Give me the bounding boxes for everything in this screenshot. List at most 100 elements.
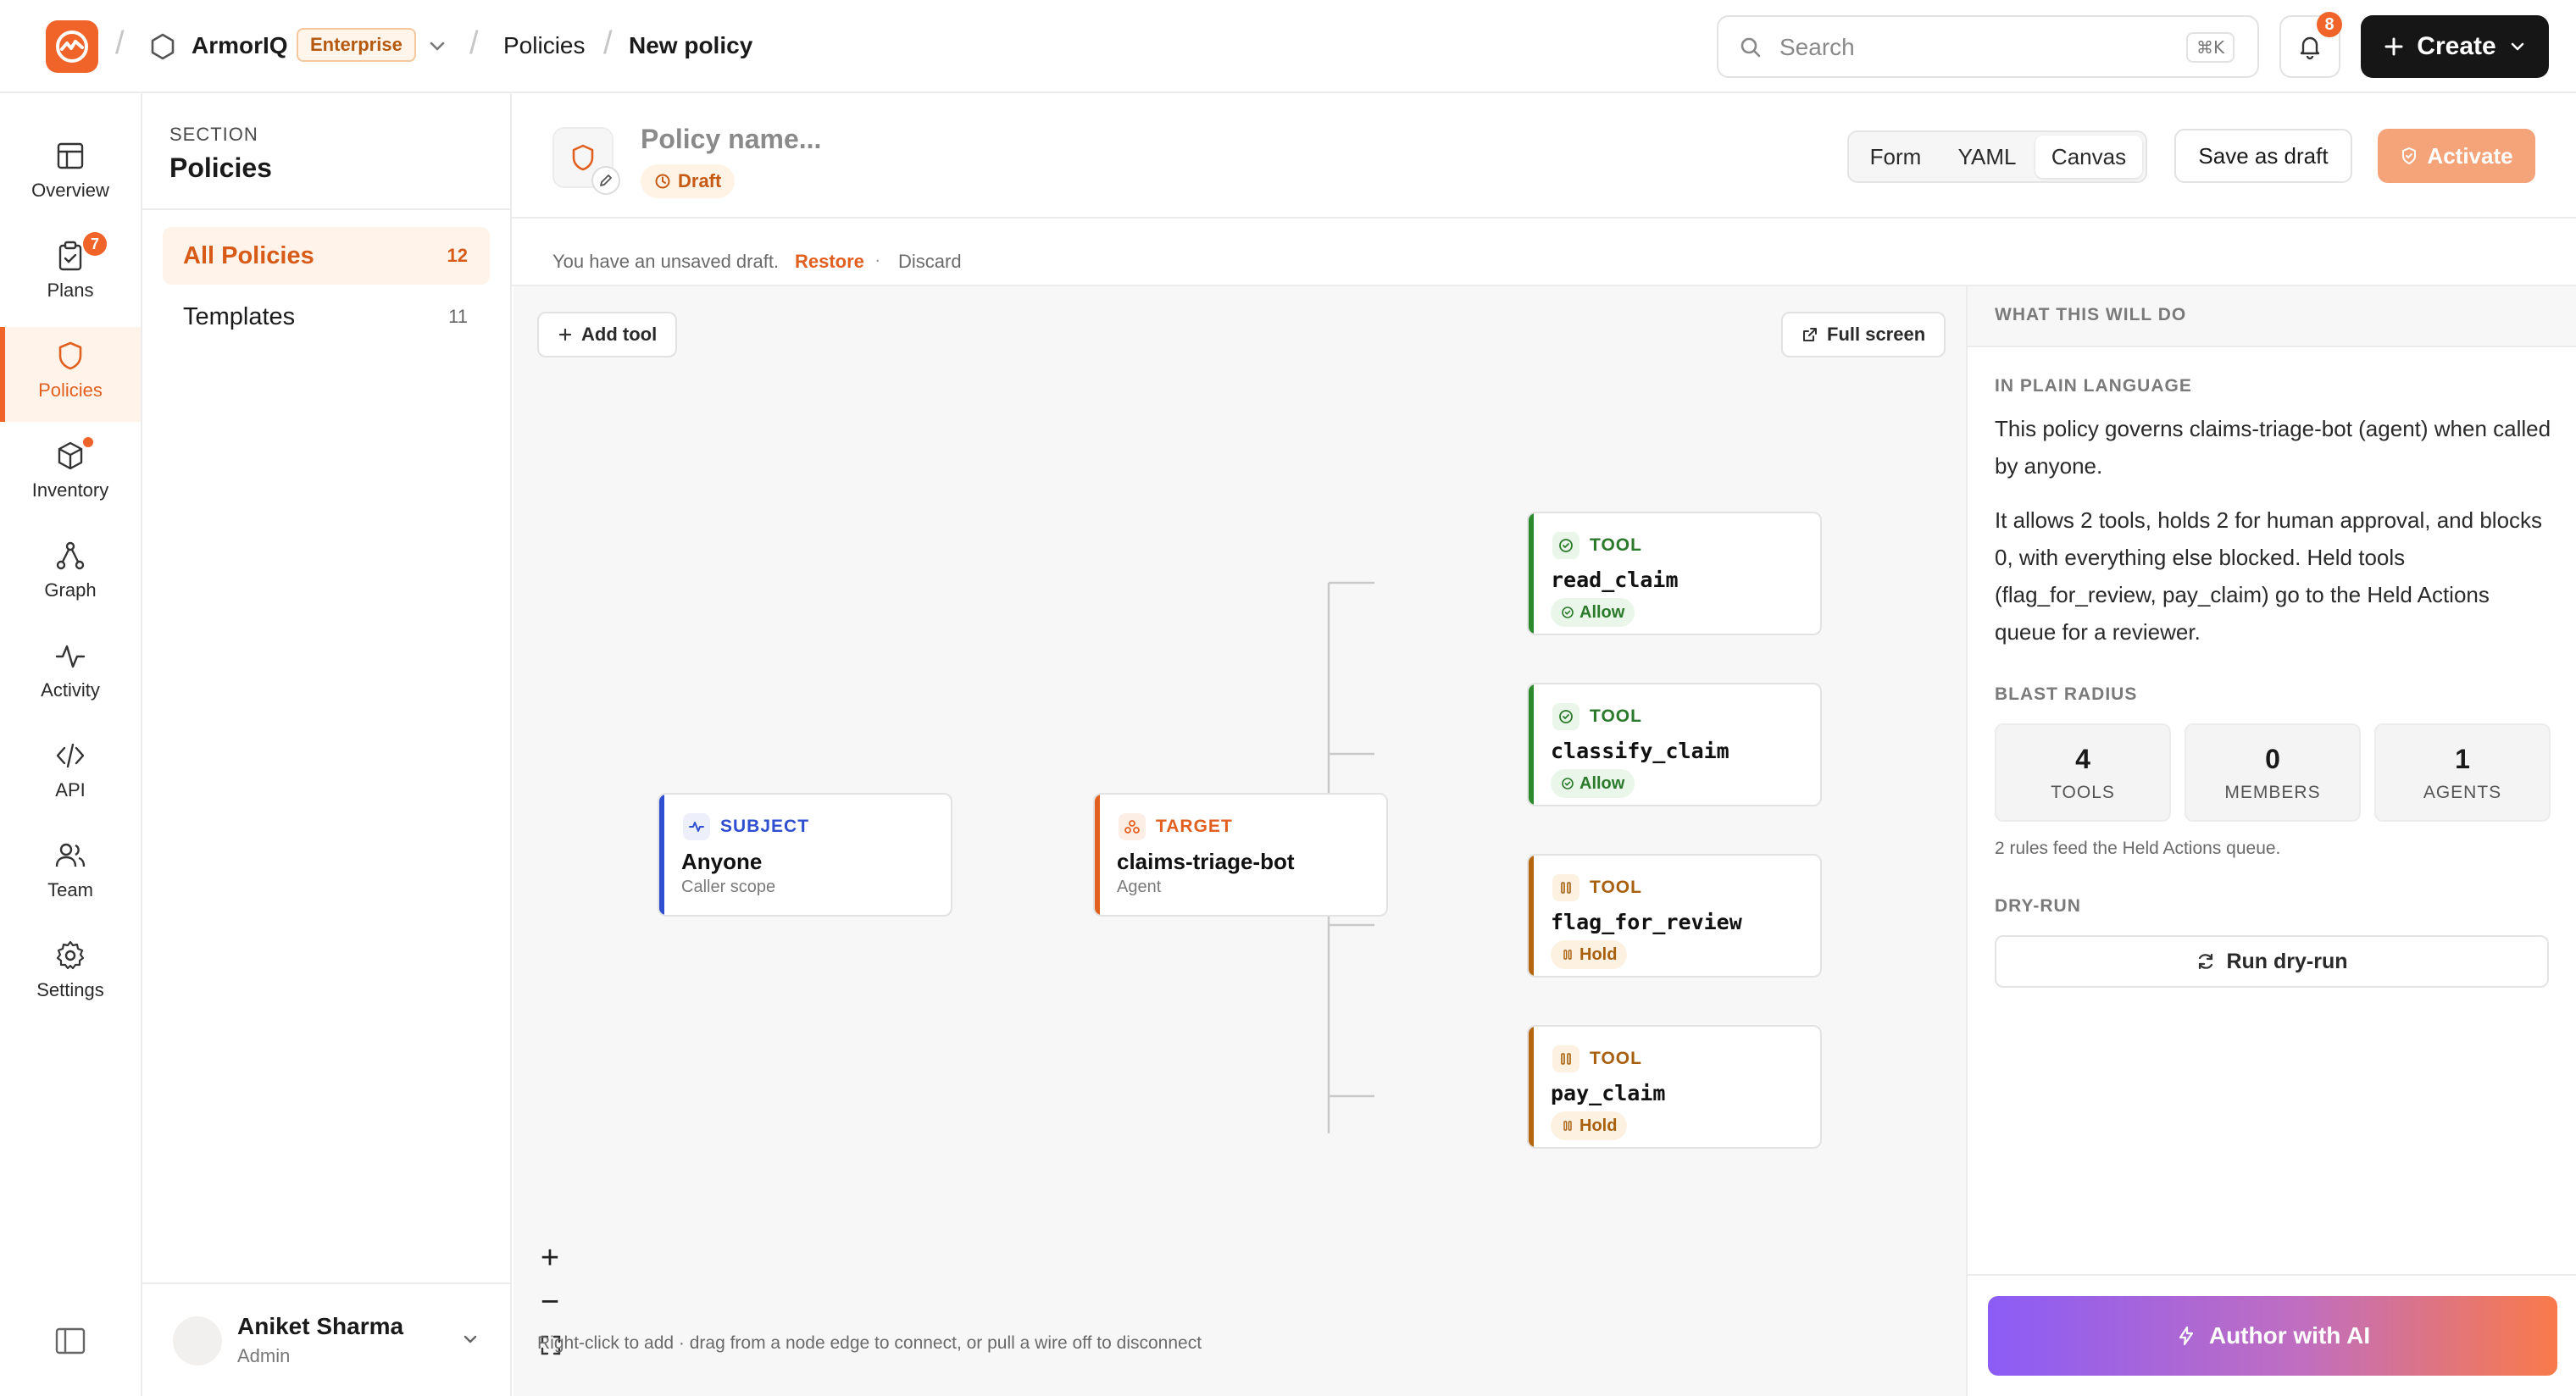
edit-icon-button[interactable] <box>591 166 620 195</box>
rail-item-policies[interactable]: Policies <box>0 327 141 422</box>
target-node[interactable]: TARGET claims-triage-bot Agent <box>1093 793 1388 917</box>
tool-node[interactable]: TOOL read_claim Allow <box>1527 512 1822 635</box>
breadcrumb-policies[interactable]: Policies <box>503 32 585 59</box>
breadcrumb-separator: / <box>115 25 125 61</box>
node-kicker: TOOL <box>1552 874 1642 901</box>
search-input[interactable]: Search ⌘K <box>1717 15 2259 78</box>
node-accent <box>1529 513 1534 634</box>
tool-node[interactable]: TOOL flag_for_review Hold <box>1527 854 1822 978</box>
run-dry-run-button[interactable]: Run dry-run <box>1995 935 2549 988</box>
policy-name-input[interactable]: Policy name... <box>641 124 821 155</box>
notification-count-badge: 8 <box>2317 12 2342 37</box>
rail-item-api[interactable]: API <box>0 727 141 822</box>
separator-dot: · <box>874 249 881 270</box>
user-role: Admin <box>237 1345 291 1366</box>
rail-item-plans[interactable]: Plans 7 <box>0 227 141 322</box>
avatar[interactable] <box>173 1316 222 1366</box>
shield-check-icon <box>2402 147 2417 164</box>
stat-card-tools: 4 TOOLS <box>1995 723 2171 822</box>
stat-card-agents: 1 AGENTS <box>2374 723 2551 822</box>
tool-name: read_claim <box>1551 568 1679 592</box>
org-name[interactable]: ArmorIQ <box>192 32 288 59</box>
search-placeholder: Search <box>1779 34 1855 60</box>
stat-label: MEMBERS <box>2224 783 2321 802</box>
bell-icon <box>2300 36 2320 60</box>
rail-item-overview[interactable]: Overview <box>0 127 141 222</box>
tool-name: classify_claim <box>1551 739 1729 763</box>
fullscreen-label: Full screen <box>1827 324 1926 345</box>
add-tool-button[interactable]: Add tool <box>537 312 678 357</box>
policy-canvas[interactable]: Add tool Full screen SUBJECT Anyone Call… <box>514 286 1966 1396</box>
zoom-in-button[interactable]: + <box>532 1240 568 1276</box>
draft-message: You have an unsaved draft. <box>552 251 780 272</box>
stat-value: 0 <box>2265 744 2280 774</box>
code-icon <box>56 743 85 768</box>
rail-item-graph[interactable]: Graph <box>0 527 141 622</box>
rail-label: Settings <box>36 979 104 1000</box>
shield-icon <box>58 341 82 370</box>
tab-canvas[interactable]: Canvas <box>2035 136 2142 178</box>
zoom-out-button[interactable]: − <box>532 1284 568 1320</box>
nav-item-all-policies[interactable]: All Policies 12 <box>163 227 490 285</box>
rail-item-settings[interactable]: Settings <box>0 927 141 1022</box>
chevron-down-icon[interactable] <box>459 1328 481 1350</box>
tab-form[interactable]: Form <box>1852 136 1939 178</box>
nav-item-label: All Policies <box>183 241 314 269</box>
chevron-down-icon[interactable] <box>425 34 449 58</box>
plans-count-badge: 7 <box>83 232 107 256</box>
user-name[interactable]: Aniket Sharma <box>237 1313 403 1340</box>
node-kicker-label: TARGET <box>1156 817 1233 836</box>
decision-badge[interactable]: Allow <box>1551 769 1635 798</box>
create-button[interactable]: Create <box>2361 15 2549 78</box>
nav-item-templates[interactable]: Templates 11 <box>163 288 490 346</box>
sidebar-toggle-icon[interactable] <box>54 1327 86 1355</box>
node-kicker: TOOL <box>1552 703 1642 730</box>
node-accent <box>1095 795 1100 915</box>
decision-badge[interactable]: Hold <box>1551 1111 1628 1140</box>
rail-label: Team <box>47 879 93 900</box>
dry-run-label: Run dry-run <box>2226 949 2348 973</box>
divider <box>1968 1274 2576 1276</box>
rail-item-inventory[interactable]: Inventory <box>0 427 141 522</box>
rail-item-team[interactable]: Team <box>0 827 141 922</box>
search-shortcut: ⌘K <box>2186 32 2235 63</box>
chevron-down-icon <box>2511 42 2524 51</box>
rail-item-activity[interactable]: Activity <box>0 627 141 722</box>
gear-icon <box>56 940 85 970</box>
tool-node[interactable]: TOOL classify_claim Allow <box>1527 683 1822 806</box>
pause-icon <box>1563 950 1572 960</box>
armoriq-logo[interactable] <box>46 20 98 73</box>
nav-item-count: 11 <box>448 306 468 327</box>
discard-link[interactable]: Discard <box>898 251 962 273</box>
nav-item-count: 12 <box>447 245 468 266</box>
shield-icon <box>572 144 594 171</box>
fullscreen-button[interactable]: Full screen <box>1781 312 1946 357</box>
tab-yaml[interactable]: YAML <box>1942 136 2032 178</box>
create-label: Create <box>2417 32 2496 60</box>
search-icon <box>1740 37 1761 58</box>
author-with-ai-button[interactable]: Author with AI <box>1988 1296 2557 1376</box>
breadcrumb-current: New policy <box>629 32 753 58</box>
section-panel: SECTION Policies All Policies 12 Templat… <box>142 93 512 1396</box>
tool-node[interactable]: TOOL pay_claim Hold <box>1527 1025 1822 1149</box>
decision-badge[interactable]: Allow <box>1551 598 1635 627</box>
node-accent <box>1529 684 1534 805</box>
decision-label: Allow <box>1579 602 1625 622</box>
node-accent <box>1529 856 1534 976</box>
save-draft-button[interactable]: Save as draft <box>2174 129 2352 183</box>
decision-badge[interactable]: Hold <box>1551 940 1628 969</box>
left-rail: Overview Plans 7 Policies Inventory Grap… <box>0 93 142 1396</box>
subject-node[interactable]: SUBJECT Anyone Caller scope <box>658 793 952 917</box>
restore-link[interactable]: Restore <box>795 251 864 273</box>
status-badge: Draft <box>641 164 736 198</box>
rail-label: Graph <box>44 579 97 601</box>
activate-button[interactable]: Activate <box>2378 129 2535 183</box>
clipboard-check-icon <box>58 241 82 271</box>
logo-mark-icon <box>56 30 88 63</box>
canvas-hint: Right-click to add · drag from a node ed… <box>537 1333 1202 1353</box>
author-with-ai-label: Author with AI <box>2208 1322 2371 1349</box>
agent-icon <box>1119 813 1146 840</box>
node-kicker-label: TOOL <box>1590 1049 1642 1068</box>
stat-value: 1 <box>2455 744 2470 774</box>
layout-icon <box>57 142 84 169</box>
